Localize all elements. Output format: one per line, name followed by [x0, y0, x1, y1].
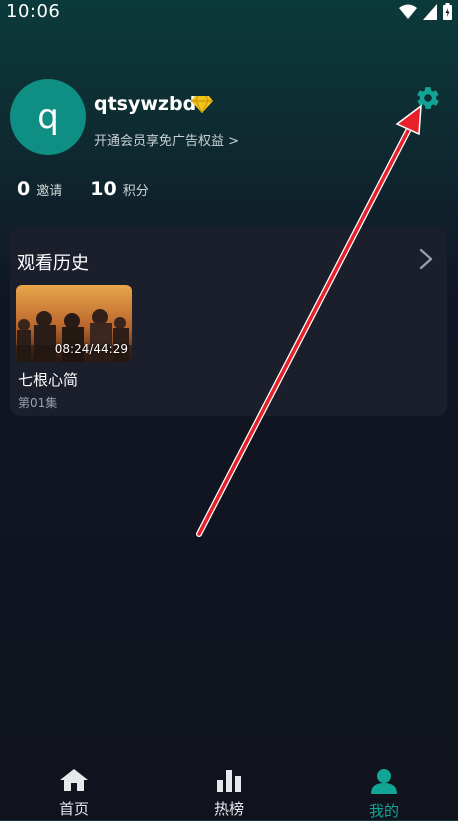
tab-label: 首页	[58, 800, 89, 818]
settings-gear-icon[interactable]	[415, 85, 441, 111]
user-icon	[371, 769, 397, 794]
bottom-tab-bar: 首页 热榜 我的	[0, 760, 458, 820]
stat-invites[interactable]: 0 邀请	[17, 178, 62, 200]
stat-label: 积分	[122, 184, 149, 199]
avatar[interactable]: q	[10, 79, 86, 155]
tab-home[interactable]: 首页	[34, 768, 114, 819]
history-item-title[interactable]: 七根心简	[18, 369, 78, 390]
tab-label: 热榜	[213, 800, 244, 818]
stat-points[interactable]: 10 积分	[90, 178, 148, 200]
stat-label: 邀请	[36, 184, 63, 199]
wifi-icon	[399, 4, 417, 19]
status-time: 10:06	[6, 1, 61, 22]
tab-mine[interactable]: 我的	[344, 768, 424, 821]
stats-row: 0 邀请 10 积分	[17, 178, 177, 200]
watch-history-title: 观看历史	[17, 253, 89, 274]
chart-icon	[217, 770, 241, 792]
tab-hot[interactable]: 热榜	[189, 768, 269, 819]
battery-icon	[443, 3, 452, 20]
watch-history-card: 观看历史 08:24/44:29 七根心简 第01集	[10, 228, 447, 416]
history-item-progress: 08:24/44:29	[54, 342, 128, 356]
stat-value: 0	[17, 178, 31, 200]
username: qtsywzbd	[94, 93, 197, 115]
history-item-episode: 第01集	[18, 396, 58, 410]
tab-label: 我的	[368, 802, 399, 820]
home-icon	[60, 769, 88, 791]
avatar-letter: q	[37, 97, 59, 137]
chevron-right-icon[interactable]	[419, 248, 433, 270]
vip-diamond-icon[interactable]	[191, 96, 213, 113]
history-item-thumbnail[interactable]: 08:24/44:29	[16, 285, 132, 362]
status-bar: 10:06	[0, 0, 458, 26]
signal-icon	[423, 3, 437, 20]
stat-value: 10	[90, 178, 117, 200]
status-icons	[399, 3, 452, 20]
vip-promo-link[interactable]: 开通会员享免广告权益 >	[94, 130, 239, 149]
